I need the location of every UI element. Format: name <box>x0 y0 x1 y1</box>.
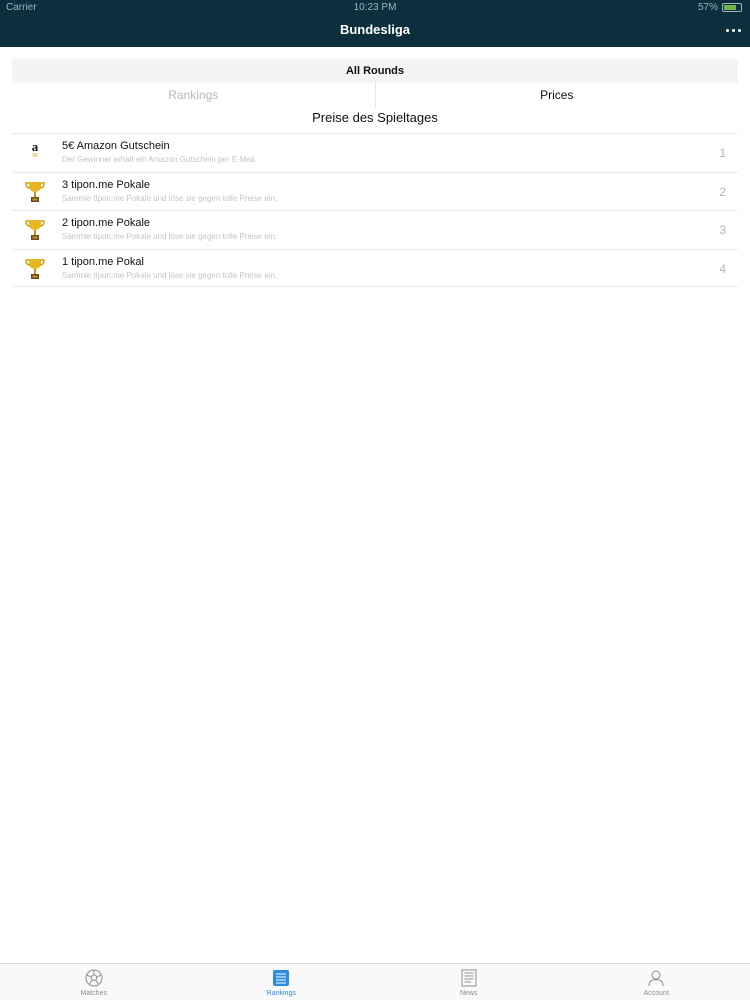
page-title: Bundesliga <box>339 22 411 37</box>
person-icon <box>648 970 664 987</box>
prize-description: Sammle tipon.me Pokale und löse sie gege… <box>62 193 278 203</box>
status-bar: Carrier 10:23 PM 57% <box>0 0 750 16</box>
segment-prices[interactable]: Prices <box>376 83 739 108</box>
tab-account[interactable]: Account <box>563 964 750 1000</box>
segment-rankings[interactable]: Rankings <box>12 83 376 108</box>
tab-label: News <box>459 990 478 997</box>
tab-rankings[interactable]: Rankings <box>188 964 376 1000</box>
prize-description: Sammle tipon.me Pokale und löse sie gege… <box>62 232 278 241</box>
tab-matches[interactable]: Matches <box>0 964 188 1000</box>
round-selector[interactable]: All Rounds <box>12 59 738 83</box>
battery-icon <box>722 3 742 12</box>
prize-row[interactable]: 3 tipon.me Pokale Sammle tipon.me Pokale… <box>12 171 738 211</box>
more-dots-icon <box>725 28 729 32</box>
trophy-icon <box>25 220 45 240</box>
tab-bar: Matches Rankings News Account <box>0 963 750 1000</box>
prize-rank: 3 <box>719 223 726 237</box>
prize-title: 3 tipon.me Pokale <box>62 178 151 191</box>
segmented-control: Rankings Prices <box>12 83 738 108</box>
trophy-icon <box>25 181 45 202</box>
more-options-button[interactable] <box>722 19 744 41</box>
prize-title: 5€ Amazon Gutschein <box>62 140 170 152</box>
tab-news[interactable]: News <box>375 964 563 1000</box>
prize-row[interactable]: 2 tipon.me Pokale Sammle tipon.me Pokale… <box>12 210 738 249</box>
prize-row[interactable]: 1 tipon.me Pokal Sammle tipon.me Pokale … <box>12 248 738 287</box>
prize-rank: 2 <box>719 184 726 199</box>
battery-indicator: 57% <box>698 2 742 13</box>
prize-list: a 5€ 5€ Amazon Gutschein Der Gewinner er… <box>12 133 738 287</box>
battery-percent: 57% <box>697 2 718 13</box>
prize-row[interactable]: a 5€ 5€ Amazon Gutschein Der Gewinner er… <box>12 133 738 172</box>
prize-title: 2 tipon.me Pokale <box>62 217 151 229</box>
prize-rank: 1 <box>719 146 726 160</box>
trophy-icon <box>25 258 45 279</box>
prize-description: Sammle tipon.me Pokale und löse sie gege… <box>62 270 278 280</box>
amazon-gift-card-icon: a 5€ <box>31 139 39 159</box>
prize-rank: 4 <box>719 261 726 276</box>
section-title: Preise des Spieltages <box>312 110 438 125</box>
tab-label: Account <box>643 990 669 997</box>
soccer-ball-icon <box>85 969 103 987</box>
tab-label: Matches <box>80 990 107 997</box>
status-time: 10:23 PM <box>353 2 397 13</box>
prize-title: 1 tipon.me Pokal <box>62 255 144 268</box>
list-icon <box>273 970 290 986</box>
navigation-bar: Bundesliga <box>0 16 750 47</box>
prize-description: Der Gewinner erhält ein Amazon Gutschein… <box>62 155 257 164</box>
newspaper-icon <box>461 969 477 987</box>
tab-label: Rankings <box>266 990 296 997</box>
